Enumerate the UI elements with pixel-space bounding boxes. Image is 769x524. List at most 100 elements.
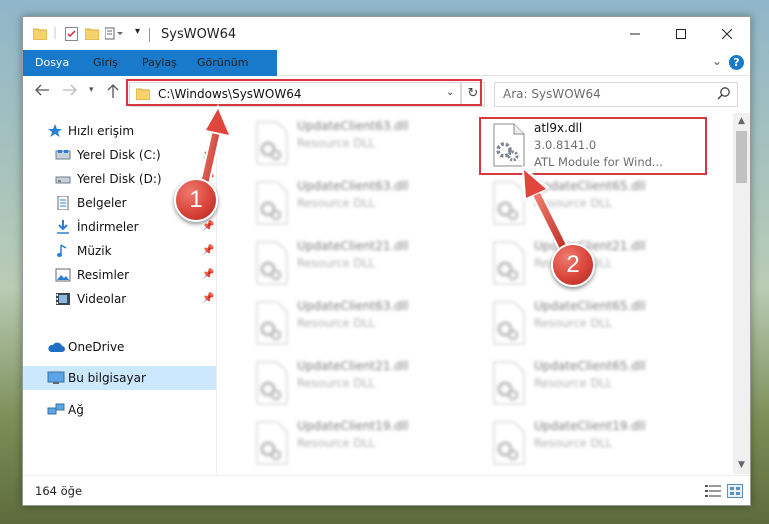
minimize-icon (630, 33, 640, 34)
pin-icon[interactable]: 📌 (202, 293, 214, 304)
file-highlight-box (479, 117, 707, 175)
close-icon (722, 28, 732, 39)
sidebar-item-label: Belgeler (77, 196, 127, 210)
tab-share[interactable]: Paylaş (142, 50, 177, 75)
address-highlight-box (126, 79, 482, 106)
file-item[interactable]: UpdateClient21.dll Resource DLL (484, 237, 714, 291)
dll-file-icon (256, 241, 288, 285)
sidebar-item-onedrive[interactable]: OneDrive (23, 335, 216, 359)
scroll-thumb[interactable] (736, 131, 747, 183)
status-bar: 164 öğe (23, 475, 750, 505)
file-item[interactable]: UpdateClient65.dll Resource DLL (484, 177, 714, 231)
up-arrow-icon[interactable] (107, 84, 119, 102)
toolbar-separator: | (53, 25, 58, 39)
file-type: Resource DLL (534, 196, 613, 210)
dll-file-icon (256, 181, 288, 225)
pin-icon[interactable]: 📌 (202, 245, 214, 256)
sidebar-item-label: Videolar (77, 292, 127, 306)
file-type: Resource DLL (297, 256, 376, 270)
search-icon (717, 86, 731, 103)
ribbon-expand-icon[interactable]: ⌄ (712, 54, 722, 68)
customize-icon[interactable] (104, 27, 125, 43)
sidebar-item-label: Müzik (77, 244, 112, 258)
sidebar-item-label: Yerel Disk (C:) (77, 148, 161, 162)
file-type: Resource DLL (297, 196, 376, 210)
file-name: UpdateClient19.dll (534, 419, 646, 433)
file-name: UpdateClient21.dll (297, 359, 409, 373)
file-name: UpdateClient65.dll (534, 299, 646, 313)
search-placeholder: Ara: SysWOW64 (503, 87, 601, 101)
back-arrow-icon[interactable] (35, 84, 49, 100)
file-name: UpdateClient21.dll (297, 239, 409, 253)
file-item[interactable]: UpdateClient65.dll Resource DLL (484, 297, 714, 351)
dll-file-icon (493, 421, 525, 465)
properties-icon[interactable] (65, 27, 78, 44)
ribbon-tabs: Dosya Giriş Paylaş Görünüm ⌄ ? (23, 50, 750, 104)
file-name: UpdateClient63.dll (297, 119, 409, 133)
item-count: 164 öğe (35, 484, 83, 498)
sidebar-item-label: Bu bilgisayar (68, 371, 146, 385)
new-folder-icon[interactable] (84, 27, 100, 43)
maximize-button[interactable] (658, 17, 704, 50)
dll-file-icon (493, 361, 525, 405)
large-icons-view-icon[interactable] (727, 484, 743, 498)
sidebar-item-quick-access[interactable]: Hızlı erişim (23, 119, 216, 143)
file-item[interactable]: UpdateClient21.dll Resource DLL (247, 357, 477, 411)
file-type: Resource DLL (297, 316, 376, 330)
callout-badge-1: 1 (174, 178, 218, 222)
details-view-icon[interactable] (705, 484, 721, 498)
callout-badge-2: 2 (551, 243, 595, 287)
pin-icon[interactable]: 📌 (202, 269, 214, 280)
sidebar-item-local-disk-c[interactable]: Yerel Disk (C:) 📌 (23, 143, 216, 167)
pictures-icon (55, 268, 71, 282)
star-icon (47, 124, 63, 138)
title-separator (149, 28, 150, 42)
folder-icon (32, 27, 48, 43)
file-name: UpdateClient19.dll (297, 419, 409, 433)
quick-access-dropdown-icon[interactable]: ▾ (135, 26, 140, 37)
file-item[interactable]: UpdateClient19.dll Resource DLL (484, 417, 714, 471)
sidebar-item-network[interactable]: Ağ (23, 398, 216, 422)
sidebar-item-label: Yerel Disk (D:) (77, 172, 162, 186)
file-item[interactable]: UpdateClient21.dll Resource DLL (247, 237, 477, 291)
vertical-scrollbar[interactable]: ▲ ▼ (733, 113, 750, 474)
file-name: UpdateClient65.dll (534, 179, 646, 193)
video-icon (55, 292, 71, 306)
music-icon (55, 244, 71, 258)
document-icon (55, 195, 71, 211)
file-type: Resource DLL (534, 316, 613, 330)
file-item[interactable]: UpdateClient63.dll Resource DLL (247, 117, 477, 171)
file-item[interactable]: UpdateClient63.dll Resource DLL (247, 177, 477, 231)
sidebar-item-pictures[interactable]: Resimler 📌 (23, 263, 216, 287)
file-name: UpdateClient63.dll (297, 179, 409, 193)
explorer-window: | ▾ SysWOW64 Dosya Giriş Paylaş Görünüm … (22, 16, 751, 506)
dll-file-icon (256, 301, 288, 345)
file-item[interactable]: UpdateClient63.dll Resource DLL (247, 297, 477, 351)
search-box[interactable]: Ara: SysWOW64 (494, 82, 738, 107)
file-type: Resource DLL (297, 376, 376, 390)
sidebar-item-label: İndirmeler (77, 220, 139, 234)
sidebar-item-this-pc[interactable]: Bu bilgisayar (23, 366, 216, 390)
minimize-button[interactable] (612, 17, 658, 50)
tab-view[interactable]: Görünüm (197, 50, 248, 75)
maximize-icon (676, 28, 686, 39)
close-button[interactable] (704, 17, 750, 50)
file-type: Resource DLL (297, 136, 376, 150)
file-name: UpdateClient63.dll (297, 299, 409, 313)
tab-home[interactable]: Giriş (93, 50, 118, 75)
file-item[interactable]: UpdateClient19.dll Resource DLL (247, 417, 477, 471)
forward-arrow-icon[interactable] (63, 84, 77, 100)
file-type: Resource DLL (534, 436, 613, 450)
file-type: Resource DLL (534, 376, 613, 390)
recent-locations-icon[interactable]: ▾ (89, 85, 94, 95)
help-button[interactable]: ? (729, 55, 744, 70)
sidebar-item-music[interactable]: Müzik 📌 (23, 239, 216, 263)
scroll-down-icon[interactable]: ▼ (733, 457, 750, 474)
dll-file-icon (493, 241, 525, 285)
scroll-up-icon[interactable]: ▲ (733, 113, 750, 130)
pin-icon[interactable]: 📌 (202, 221, 214, 232)
sidebar-item-videos[interactable]: Videolar 📌 (23, 287, 216, 311)
file-item[interactable]: UpdateClient65.dll Resource DLL (484, 357, 714, 411)
pin-icon[interactable]: 📌 (202, 149, 214, 160)
file-type: Resource DLL (297, 436, 376, 450)
